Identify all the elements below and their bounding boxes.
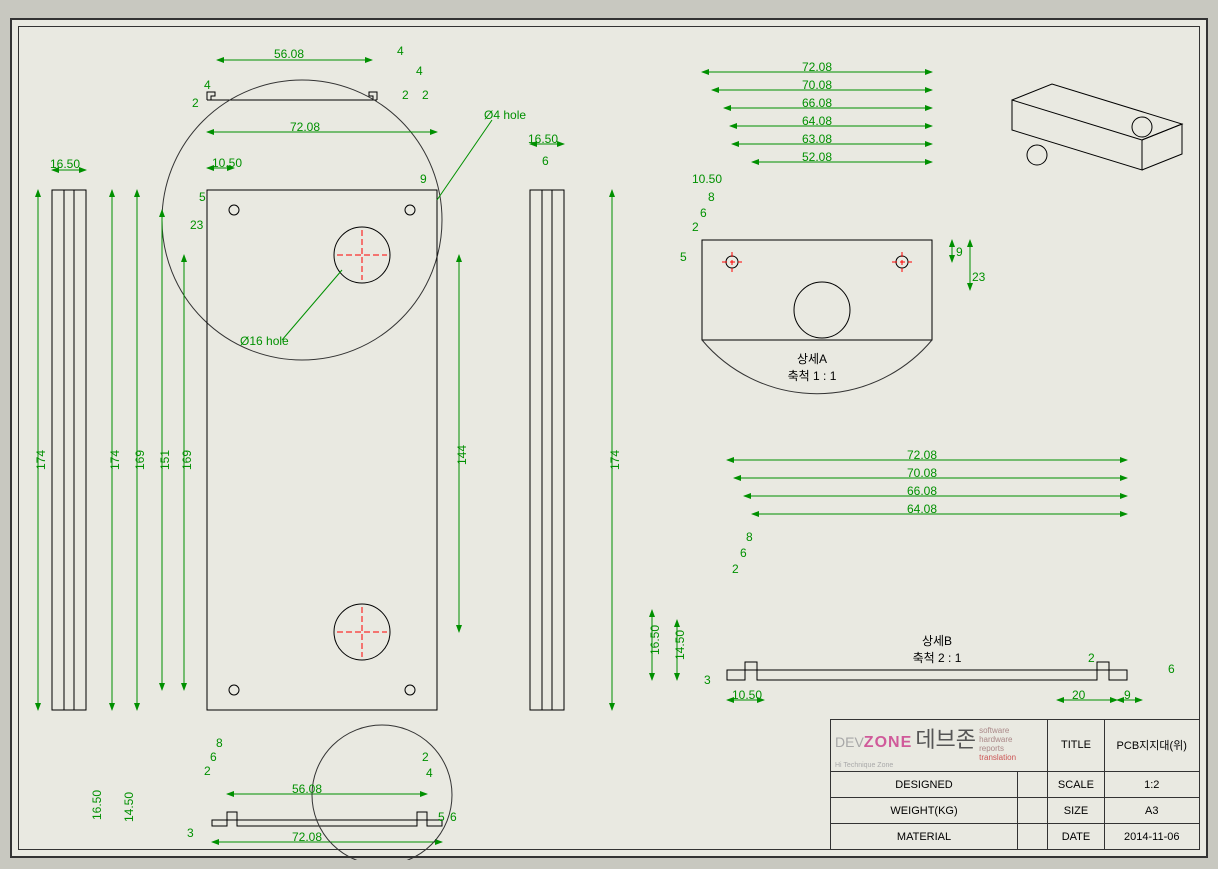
dimA-8: 8 (708, 190, 715, 204)
dim-174-2: 174 (108, 450, 122, 470)
dimB-10-50: 10.50 (732, 688, 762, 702)
dim-144: 144 (455, 445, 469, 465)
dimB-6: 6 (740, 546, 747, 560)
dimBL-72-08: 72.08 (292, 830, 322, 844)
drawing-sheet: 56.08 4 4 2 2 4 2 Ø4 hole 72.08 10.50 9 … (10, 18, 1208, 858)
dim-9: 9 (420, 172, 427, 186)
tb-material-v (1018, 824, 1048, 850)
dimA-6: 6 (700, 206, 707, 220)
tb-weight-v (1018, 798, 1048, 824)
dimA-5: 5 (680, 250, 687, 264)
dimB-6r: 6 (1168, 662, 1175, 676)
dimA-66-08: 66.08 (802, 96, 832, 110)
dim-2-top2: 2 (422, 88, 429, 102)
dimB-2: 2 (732, 562, 739, 576)
dim-174-l: 174 (34, 450, 48, 470)
dimBL-5r: 5 (438, 810, 445, 824)
dimB-16-50: 16.50 (648, 625, 662, 655)
dimB-64-08: 64.08 (907, 502, 937, 516)
dim-174-r: 174 (608, 450, 622, 470)
detail-b-title: 상세B 축척 2 : 1 (902, 632, 972, 666)
detA-scale: 축척 1 : 1 (788, 369, 837, 383)
dim-72-08: 72.08 (290, 120, 320, 134)
dimA-52-08: 52.08 (802, 150, 832, 164)
dimBL-6b: 6 (450, 810, 457, 824)
tb-date-v: 2014-11-06 (1104, 824, 1199, 850)
dim-4-left: 4 (204, 78, 211, 92)
dim-16-50-r: 16.50 (528, 132, 558, 146)
dim-5: 5 (199, 190, 206, 204)
dimBL-3: 3 (187, 826, 194, 840)
tb-size-v: A3 (1104, 798, 1199, 824)
dim-169: 169 (133, 450, 147, 470)
tb-designed-v (1018, 772, 1048, 798)
tb-title-k: TITLE (1048, 719, 1104, 771)
dim-16-50-lside: 16.50 (50, 157, 80, 171)
dim-23: 23 (190, 218, 203, 232)
detB-label: 상세B (922, 634, 952, 648)
tb-material-k: MATERIAL (831, 824, 1018, 850)
dimBL-2: 2 (204, 764, 211, 778)
dim-169b: 169 (180, 450, 194, 470)
dimB-72-08: 72.08 (907, 448, 937, 462)
tb-size-k: SIZE (1048, 798, 1104, 824)
tb-scale-v: 1:2 (1104, 772, 1199, 798)
dimBL-56-08: 56.08 (292, 782, 322, 796)
tb-date-k: DATE (1048, 824, 1104, 850)
dim-2-left: 2 (192, 96, 199, 110)
dim-2-top1: 2 (402, 88, 409, 102)
title-block: DEVZONE 데브존 software hardware reports tr… (830, 719, 1200, 850)
dimA-72-08: 72.08 (802, 60, 832, 74)
dimB-14-50: 14.50 (673, 630, 687, 660)
logo-kr: 데브존 (915, 727, 976, 752)
dimBL-14-50: 14.50 (122, 792, 136, 822)
dim-56-08-top: 56.08 (274, 47, 304, 61)
dim-151: 151 (158, 450, 172, 470)
dim-4-top: 4 (397, 44, 404, 58)
dimB-20: 20 (1072, 688, 1085, 702)
dimA-10-50: 10.50 (692, 172, 722, 186)
dimA-70-08: 70.08 (802, 78, 832, 92)
dimB-66-08: 66.08 (907, 484, 937, 498)
logo-tag: software hardware reports translation (979, 726, 1016, 762)
dimA-23r: 23 (972, 270, 985, 284)
dimB-8: 8 (746, 530, 753, 544)
dimBL-6: 6 (210, 750, 217, 764)
detA-label: 상세A (797, 352, 827, 366)
dimB-9r: 9 (1124, 688, 1131, 702)
dimB-70-08: 70.08 (907, 466, 937, 480)
dimBL-8: 8 (216, 736, 223, 750)
label-d4-hole: Ø4 hole (484, 108, 526, 122)
dimB-2r: 2 (1088, 651, 1095, 665)
detB-scale: 축척 2 : 1 (913, 651, 962, 665)
dimBL-4r: 4 (426, 766, 433, 780)
logo-dev: DEV (835, 734, 864, 750)
dimB-3: 3 (704, 673, 711, 687)
dim-10-50: 10.50 (212, 156, 242, 170)
tb-weight-k: WEIGHT(KG) (831, 798, 1018, 824)
label-d16-hole: Ø16 hole (240, 334, 289, 348)
logo-zone: ZONE (864, 734, 912, 751)
tb-title-v: PCB지지대(위) (1104, 719, 1199, 771)
dimA-63-08: 63.08 (802, 132, 832, 146)
tb-scale-k: SCALE (1048, 772, 1104, 798)
dim-6-r: 6 (542, 154, 549, 168)
dimBL-16-50: 16.50 (90, 790, 104, 820)
dimBL-2r: 2 (422, 750, 429, 764)
dimA-2: 2 (692, 220, 699, 234)
logo-cell: DEVZONE 데브존 software hardware reports tr… (831, 719, 1048, 771)
logo-sub: Hi Technique Zone (835, 762, 1043, 769)
detail-a-title: 상세A 축척 1 : 1 (777, 350, 847, 384)
tb-designed-k: DESIGNED (831, 772, 1018, 798)
dim-4b-top: 4 (416, 64, 423, 78)
dimA-64-08: 64.08 (802, 114, 832, 128)
dimA-9r: 9 (956, 245, 963, 259)
